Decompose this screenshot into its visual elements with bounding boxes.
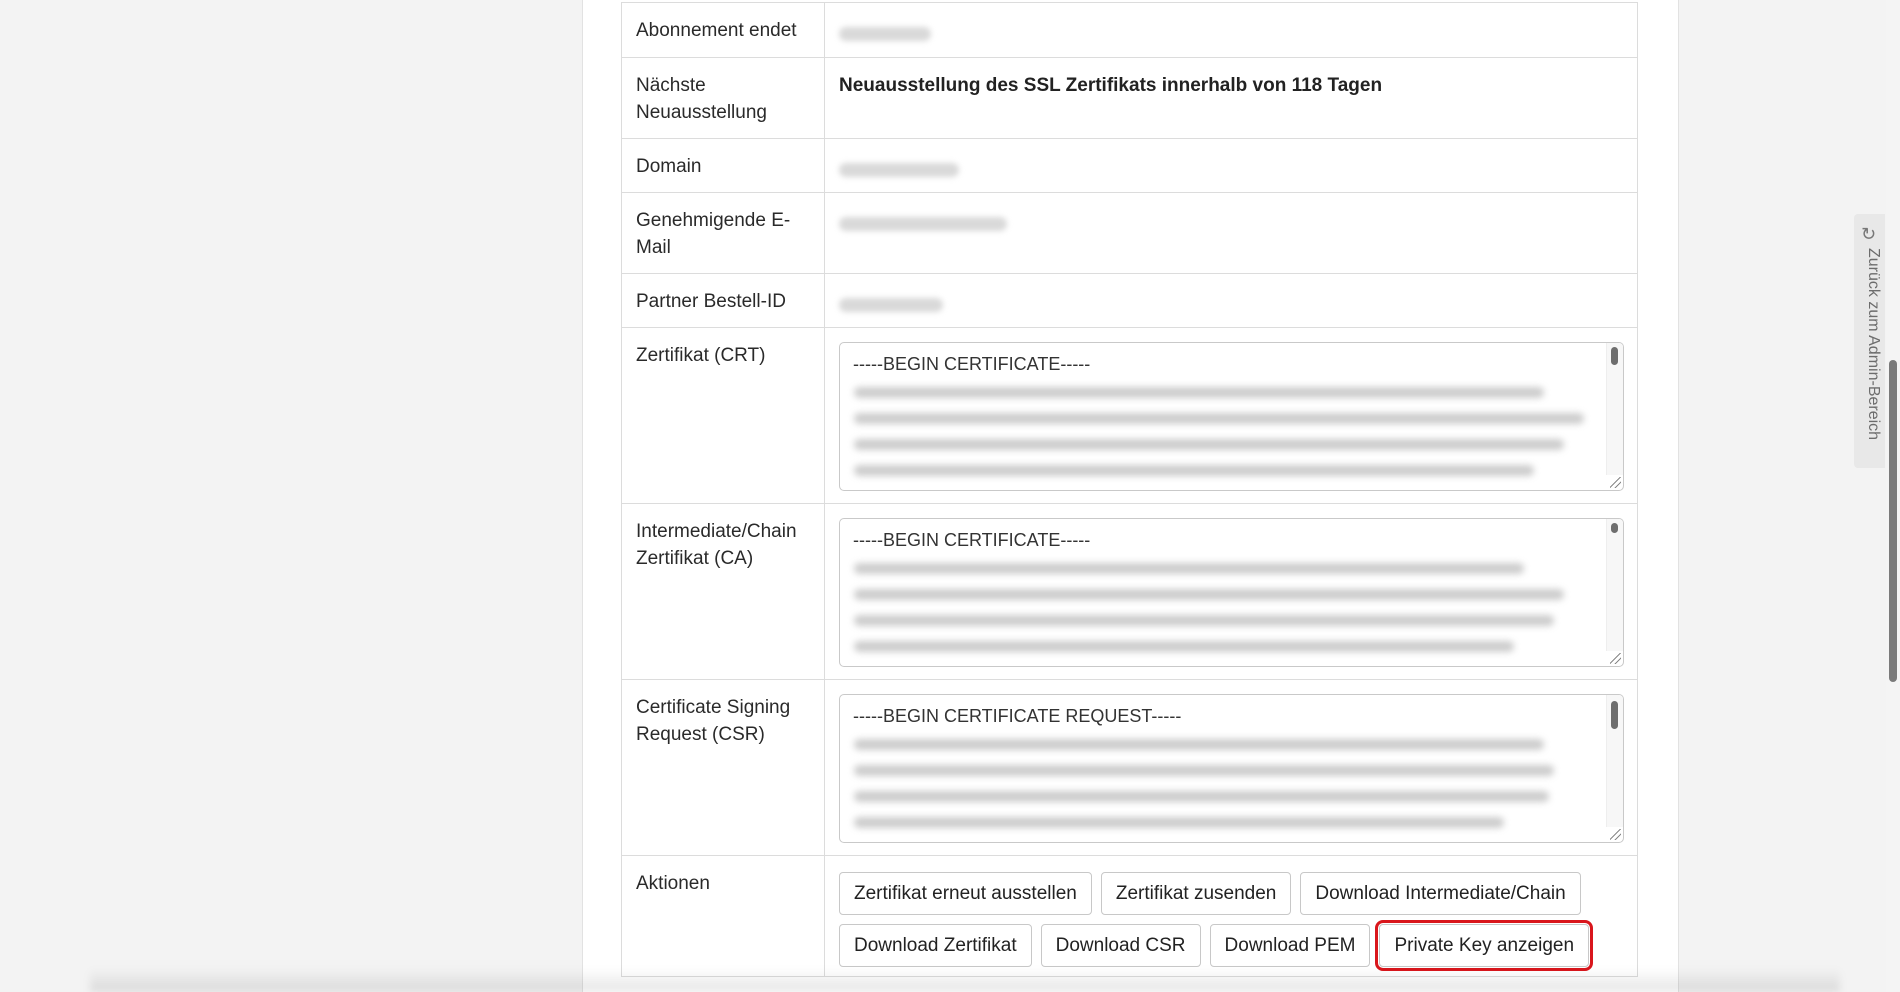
redacted-line <box>854 465 1534 476</box>
redacted-line <box>854 615 1554 626</box>
ca-scrollbar[interactable] <box>1606 519 1623 651</box>
row-certificate-crt: Zertifikat (CRT) -----BEGIN CERTIFICATE-… <box>621 327 1638 504</box>
label-partner-order-id: Partner Bestell-ID <box>621 273 825 328</box>
label-subscription-end: Abonnement endet <box>621 2 825 58</box>
redacted-value <box>839 26 931 41</box>
redacted-line <box>854 765 1554 776</box>
redacted-value <box>839 216 1007 231</box>
csr-scrollbar[interactable] <box>1606 695 1623 827</box>
crt-begin-line: -----BEGIN CERTIFICATE----- <box>853 354 1091 374</box>
redacted-value <box>839 162 959 177</box>
row-subscription-end: Abonnement endet <box>621 2 1638 58</box>
row-csr: Certificate Signing Request (CSR) -----B… <box>621 679 1638 856</box>
back-to-admin-label: Zurück zum Admin-Bereich <box>1865 248 1882 441</box>
redacted-value <box>839 297 943 312</box>
row-domain: Domain <box>621 138 1638 193</box>
back-to-admin-tab[interactable]: ↻ Zurück zum Admin-Bereich <box>1854 214 1885 468</box>
redacted-line <box>854 413 1584 424</box>
reissue-certificate-button[interactable]: Zertifikat erneut ausstellen <box>839 872 1092 915</box>
label-certificate-crt: Zertifikat (CRT) <box>621 327 825 504</box>
redacted-line <box>854 589 1564 600</box>
actions-button-group: Zertifikat erneut ausstellen Zertifikat … <box>839 870 1623 971</box>
value-next-reissue: Neuausstellung des SSL Zertifikats inner… <box>824 57 1638 139</box>
download-certificate-button[interactable]: Download Zertifikat <box>839 924 1032 967</box>
download-pem-button[interactable]: Download PEM <box>1209 924 1371 967</box>
row-actions: Aktionen Zertifikat erneut ausstellen Ze… <box>621 855 1638 977</box>
value-partner-order-id-redacted <box>824 273 1638 328</box>
redacted-line <box>854 641 1514 652</box>
bottom-shadow <box>90 968 1840 992</box>
row-certificate-ca: Intermediate/Chain Zertifikat (CA) -----… <box>621 503 1638 680</box>
send-certificate-button[interactable]: Zertifikat zusenden <box>1100 872 1292 915</box>
show-private-key-button[interactable]: Private Key anzeigen <box>1375 920 1594 971</box>
row-approver-email: Genehmigende E-Mail <box>621 192 1638 274</box>
redacted-line <box>854 563 1524 574</box>
label-approver-email: Genehmigende E-Mail <box>621 192 825 274</box>
ca-begin-line: -----BEGIN CERTIFICATE----- <box>853 530 1091 550</box>
certificate-ca-textarea[interactable]: -----BEGIN CERTIFICATE----- <box>839 518 1624 667</box>
resize-grip-icon[interactable] <box>1610 477 1621 488</box>
csr-scroll-thumb[interactable] <box>1611 701 1618 729</box>
redacted-line <box>854 817 1504 828</box>
ca-scroll-thumb[interactable] <box>1611 523 1618 533</box>
label-csr: Certificate Signing Request (CSR) <box>621 679 825 856</box>
redacted-line <box>854 739 1544 750</box>
certificate-crt-textarea[interactable]: -----BEGIN CERTIFICATE----- <box>839 342 1624 491</box>
refresh-icon: ↻ <box>1861 224 1877 244</box>
label-actions: Aktionen <box>621 855 825 977</box>
csr-textarea[interactable]: -----BEGIN CERTIFICATE REQUEST----- <box>839 694 1624 843</box>
download-csr-button[interactable]: Download CSR <box>1040 924 1201 967</box>
row-next-reissue: Nächste Neuausstellung Neuausstellung de… <box>621 57 1638 139</box>
resize-grip-icon[interactable] <box>1610 829 1621 840</box>
csr-begin-line: -----BEGIN CERTIFICATE REQUEST----- <box>853 706 1182 726</box>
row-partner-order-id: Partner Bestell-ID <box>621 273 1638 328</box>
redacted-line <box>854 439 1564 450</box>
crt-scrollbar[interactable] <box>1606 343 1623 475</box>
value-subscription-end-redacted <box>824 2 1638 58</box>
redacted-line <box>854 791 1549 802</box>
value-approver-email-redacted <box>824 192 1638 274</box>
value-domain-redacted <box>824 138 1638 193</box>
page-scrollbar[interactable] <box>1886 0 1900 992</box>
redacted-line <box>854 387 1544 398</box>
label-next-reissue: Nächste Neuausstellung <box>621 57 825 139</box>
label-certificate-ca: Intermediate/Chain Zertifikat (CA) <box>621 503 825 680</box>
resize-grip-icon[interactable] <box>1610 653 1621 664</box>
crt-scroll-thumb[interactable] <box>1611 347 1618 365</box>
page-scroll-thumb[interactable] <box>1889 360 1897 682</box>
label-domain: Domain <box>621 138 825 193</box>
ssl-details-table: Abonnement endet Nächste Neuausstellung … <box>621 2 1638 977</box>
download-chain-button[interactable]: Download Intermediate/Chain <box>1300 872 1581 915</box>
